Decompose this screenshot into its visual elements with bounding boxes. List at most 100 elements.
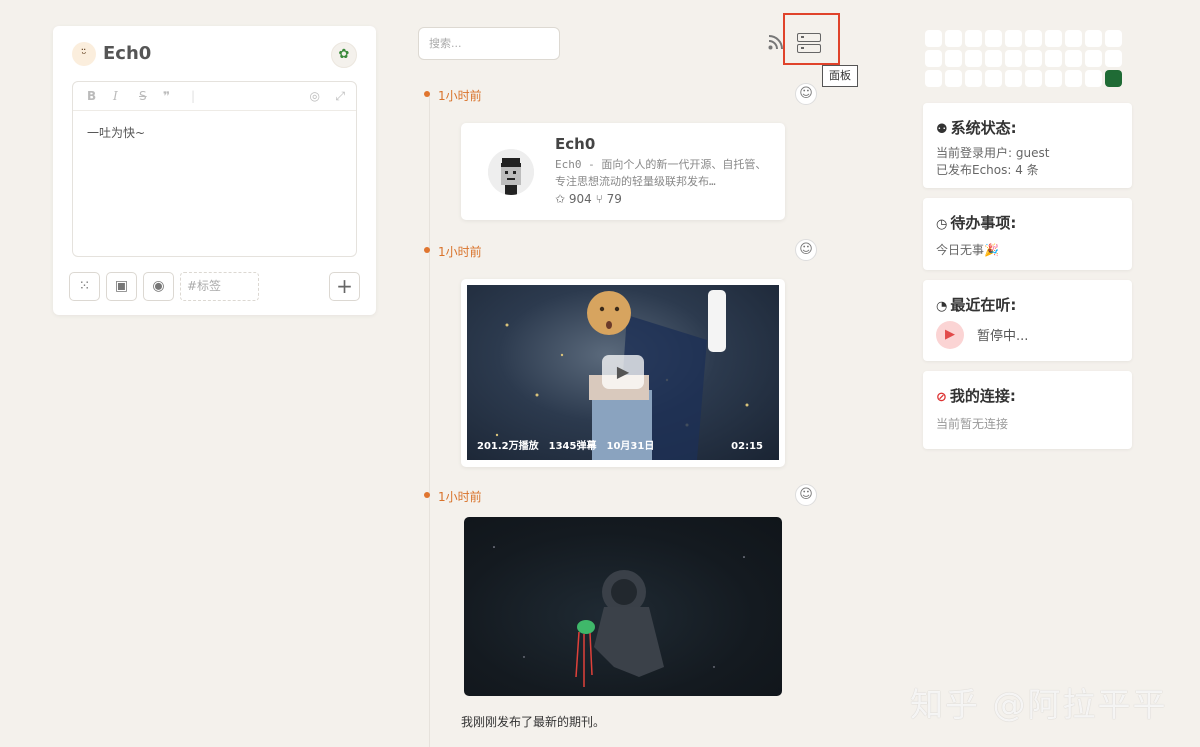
grid-button[interactable]: ⁙ xyxy=(69,272,100,301)
play-button[interactable]: ▶ xyxy=(602,355,644,389)
heatmap-cell xyxy=(925,70,942,87)
visibility-button[interactable]: ◉ xyxy=(143,272,174,301)
smile-icon: ☺ xyxy=(799,86,813,101)
quote-icon[interactable]: ❞ xyxy=(163,89,170,103)
smile-icon: ☺ xyxy=(799,487,813,502)
bold-icon[interactable]: B xyxy=(87,89,96,103)
editor-textarea[interactable]: 一吐为快~ xyxy=(73,111,356,154)
connections-card: ⊘ 我的连接: 当前暂无连接 xyxy=(923,371,1132,449)
heatmap-cell xyxy=(965,70,982,87)
tag-input[interactable]: #标签 xyxy=(180,272,259,301)
listening-label: 最近在听: xyxy=(950,296,1017,314)
video-meta: 201.2万播放 1345弹幕 10月31日 xyxy=(477,437,664,452)
todo-label: 待办事项: xyxy=(950,214,1017,232)
heatmap-cell xyxy=(1045,50,1062,67)
heatmap-cell xyxy=(945,70,962,87)
heatmap-cell xyxy=(1065,50,1082,67)
heatmap-cell xyxy=(1005,30,1022,47)
image-upload-button[interactable]: ▣ xyxy=(106,272,137,301)
toolbar-divider: | xyxy=(191,89,196,103)
todo-title: ◷ 待办事项: xyxy=(936,212,1016,233)
plant-icon[interactable]: ✿ xyxy=(331,42,357,68)
video-date: 10月31日 xyxy=(606,441,655,452)
watermark: 知乎 @阿拉平平 xyxy=(910,685,1168,724)
repo-card[interactable]: Ech0 Ech0 - 面向个人的新一代开源、自托管、专注思想流动的轻量级联邦发… xyxy=(461,123,785,220)
heatmap-cell xyxy=(1025,70,1042,87)
plus-icon: + xyxy=(336,274,353,298)
music-play-button[interactable]: ▶ xyxy=(936,321,964,349)
connection-icon: ⊘ xyxy=(936,390,947,405)
music-icon: ◔ xyxy=(936,299,948,314)
heatmap-cell xyxy=(1085,30,1102,47)
todo-card: ◷ 待办事项: 今日无事🎉 xyxy=(923,198,1132,270)
eye-icon: ◉ xyxy=(152,278,165,294)
heatmap-cell xyxy=(925,50,942,67)
strikethrough-icon[interactable]: S xyxy=(139,89,147,103)
play-icon: ▶ xyxy=(616,362,630,381)
markdown-editor[interactable]: B I S ❞ | ◎ ⤢ 一吐为快~ xyxy=(72,81,357,257)
panel-tooltip: 面板 xyxy=(822,65,858,87)
post-time: 1小时前 xyxy=(438,490,482,504)
preview-icon[interactable]: ◎ xyxy=(310,89,320,103)
fullscreen-icon[interactable]: ⤢ xyxy=(335,89,345,104)
heatmap-cell xyxy=(1065,70,1082,87)
connections-label: 我的连接: xyxy=(949,387,1016,405)
heatmap-cell xyxy=(965,30,982,47)
connections-title: ⊘ 我的连接: xyxy=(936,385,1016,406)
username: Ech0 xyxy=(103,43,152,64)
panel-icon[interactable] xyxy=(797,33,823,55)
video-card: ▶ 201.2万播放 1345弹幕 10月31日 02:15 xyxy=(461,279,785,467)
rss-icon[interactable] xyxy=(768,34,784,54)
post-image[interactable] xyxy=(464,517,782,696)
heatmap-cell xyxy=(1025,50,1042,67)
listening-card: ◔ 最近在听: ▶ 暂停中... xyxy=(923,280,1132,361)
astronaut-image xyxy=(493,546,745,687)
connections-status: 当前暂无连接 xyxy=(936,417,1009,431)
heatmap-cell xyxy=(945,50,962,67)
image-icon: ▣ xyxy=(114,278,129,294)
reaction-button[interactable]: ☺ xyxy=(795,239,817,261)
system-status-title: ⚉ 系统状态: xyxy=(936,117,1017,138)
post-time: 1小时前 xyxy=(438,89,482,103)
echos-count: 已发布Echos: 4 条 xyxy=(936,163,1039,177)
heatmap-cell xyxy=(945,30,962,47)
composer-card: ᵕ̈ Ech0 ✿ B I S ❞ | ◎ ⤢ 一吐为快~ ⁙ ▣ ◉ #标签 … xyxy=(53,26,376,315)
heatmap-cell xyxy=(1025,30,1042,47)
server-dot-icon xyxy=(801,47,804,49)
repo-name: Ech0 xyxy=(555,135,596,153)
heatmap-cell xyxy=(1085,50,1102,67)
heatmap-cell xyxy=(1005,50,1022,67)
heatmap-cell xyxy=(1045,30,1062,47)
repo-stats: ✩ 904 ⑂ 79 xyxy=(555,192,622,206)
playback-status: 暂停中... xyxy=(977,329,1029,344)
heatmap-cell xyxy=(1005,70,1022,87)
listening-title: ◔ 最近在听: xyxy=(936,294,1016,315)
video-danmaku: 1345弹幕 xyxy=(548,441,597,452)
pixel-avatar-icon xyxy=(488,149,534,195)
italic-icon[interactable]: I xyxy=(113,89,118,103)
timeline-dot xyxy=(424,492,430,498)
editor-toolbar: B I S ❞ | ◎ ⤢ xyxy=(73,82,356,111)
publish-button[interactable]: + xyxy=(329,272,360,301)
user-avatar[interactable]: ᵕ̈ xyxy=(72,42,96,66)
grid-icon: ⁙ xyxy=(78,278,91,294)
reaction-button[interactable]: ☺ xyxy=(795,484,817,506)
todo-status: 今日无事🎉 xyxy=(936,243,999,257)
heatmap-cell xyxy=(1065,30,1082,47)
heatmap-cell xyxy=(1045,70,1062,87)
post-text: 我刚刚发布了最新的期刊。 xyxy=(461,715,606,729)
system-status-label: 系统状态: xyxy=(950,119,1017,137)
heatmap-cell xyxy=(1105,30,1122,47)
composer-actions: ⁙ ▣ ◉ #标签 + xyxy=(69,272,360,302)
heatmap-cell xyxy=(985,30,1002,47)
post-time: 1小时前 xyxy=(438,245,482,259)
smile-icon: ☺ xyxy=(799,242,813,257)
video-duration: 02:15 xyxy=(731,441,763,452)
rss-icon-svg xyxy=(768,35,783,50)
video-player[interactable]: ▶ 201.2万播放 1345弹幕 10月31日 02:15 xyxy=(467,285,779,460)
heatmap-cell xyxy=(965,50,982,67)
search-input[interactable]: 搜索... xyxy=(418,27,560,60)
repo-description: Ech0 - 面向个人的新一代开源、自托管、专注思想流动的轻量级联邦发布… xyxy=(555,158,767,188)
heatmap-cell xyxy=(1105,70,1122,87)
reaction-button[interactable]: ☺ xyxy=(795,83,817,105)
